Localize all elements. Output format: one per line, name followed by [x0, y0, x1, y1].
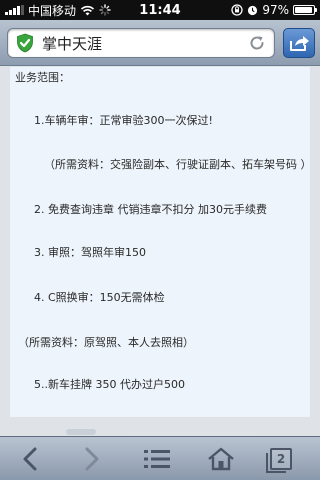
back-button[interactable]	[5, 437, 55, 480]
battery-icon	[293, 5, 317, 15]
text-line: 5..新车挂牌 350 代办过户500	[34, 378, 185, 391]
text-line: 业务范围：	[15, 71, 70, 84]
content-card: 业务范围： 1.车辆年审：正常审验300一次保过! （所需资料：交强险副本、行驶…	[10, 67, 312, 417]
tab-count-badge: 2	[266, 448, 292, 473]
bottom-toolbar: 2	[0, 436, 320, 480]
activity-spinner-icon	[99, 4, 111, 16]
battery-percent: 97%	[262, 3, 289, 17]
home-icon	[208, 447, 234, 471]
share-button[interactable]	[283, 28, 315, 58]
home-button[interactable]	[196, 437, 246, 480]
rotation-lock-icon	[231, 4, 243, 16]
reload-icon[interactable]	[248, 34, 266, 52]
forward-arrow-icon	[85, 447, 99, 471]
verified-shield-icon	[17, 33, 33, 53]
carrier-label: 中国移动	[28, 3, 77, 18]
text-line: 4. C照换审：150无需体检	[34, 291, 165, 304]
status-left: 中国移动	[5, 2, 111, 19]
forward-button[interactable]	[67, 437, 117, 480]
status-right: 97%	[231, 3, 317, 17]
tabs-button[interactable]: 2	[256, 437, 306, 480]
signal-icon	[5, 5, 24, 15]
bookmarks-button[interactable]	[132, 437, 182, 480]
wifi-icon	[80, 5, 95, 15]
drag-handle[interactable]	[66, 429, 96, 435]
text-line: （所需资料：交强险副本、行驶证副本、拓车架号码 ）	[44, 158, 312, 171]
list-icon	[144, 450, 170, 468]
address-bar[interactable]: 掌中天涯	[7, 28, 275, 58]
text-line: 3. 审照：驾照年审150	[34, 246, 146, 259]
page-title: 掌中天涯	[42, 34, 103, 53]
web-content: 业务范围： 1.车辆年审：正常审验300一次保过! （所需资料：交强险副本、行驶…	[0, 67, 320, 428]
alarm-icon	[248, 5, 258, 15]
browser-toolbar: 掌中天涯	[0, 20, 320, 66]
back-arrow-icon	[23, 447, 37, 471]
text-line: 2. 免费查询违章 代销违章不扣分 加30元手续费	[34, 203, 267, 216]
text-line: （所需资料：原驾照、本人去照相）	[18, 336, 194, 349]
text-line: 1.车辆年审：正常审验300一次保过!	[34, 114, 213, 127]
status-bar: 中国移动 11:44 97%	[0, 0, 320, 20]
share-icon	[290, 36, 309, 51]
